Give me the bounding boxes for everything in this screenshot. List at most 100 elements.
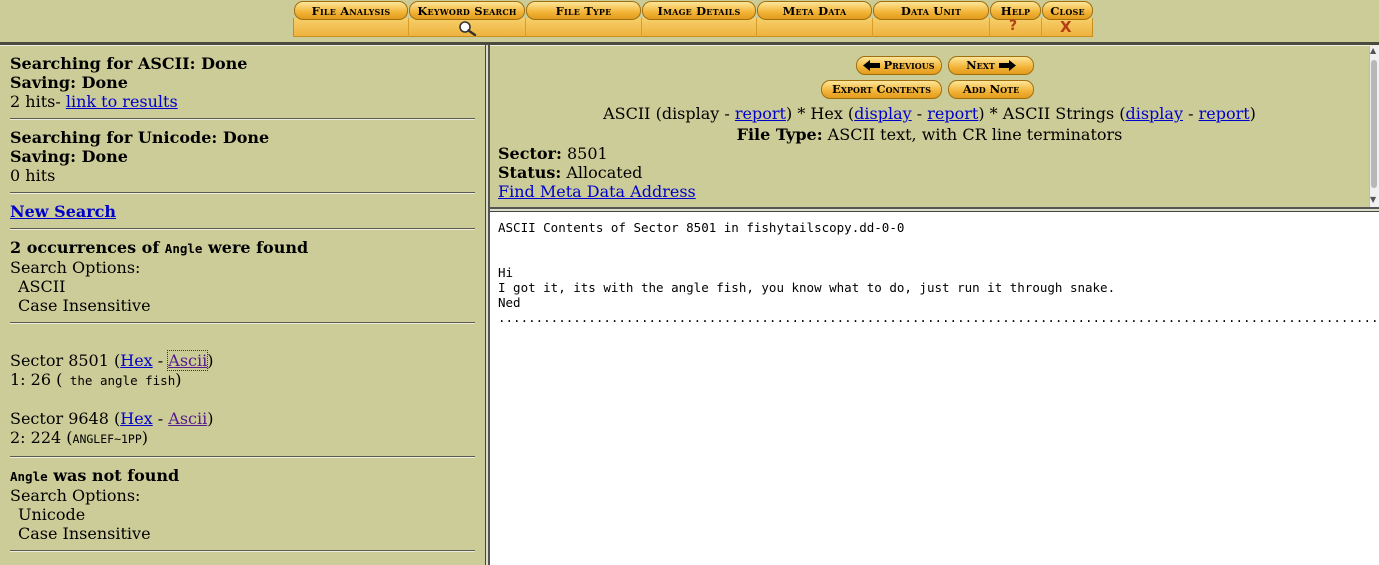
status-line: Status: Allocated [498,163,642,182]
hit-sector-line: Sector 9648 (Hex - Ascii) [10,409,475,428]
scroll-down-arrow-icon[interactable]: ▼ [1370,195,1376,204]
export-contents-button[interactable]: Export Contents [821,80,942,99]
previous-label: Previous [883,58,935,72]
file-analysis-button[interactable]: File Analysis [294,1,408,20]
unicode-hits: 0 hits [10,166,56,185]
paren: ) [207,351,214,370]
ascii-link[interactable]: Ascii [167,350,209,371]
link-separator: - [152,351,169,370]
status-value: : Done [70,73,128,92]
search-keyword: Angle [164,241,203,256]
file-type-button[interactable]: File Type [526,1,641,20]
close-x-icon[interactable]: X [1060,18,1072,36]
strings-display-link[interactable]: display [1125,104,1183,123]
top-toolbar: File Analysis Keyword Search File Type I… [0,0,1379,42]
hex-link[interactable]: Hex [120,351,152,370]
notfound-heading: Angle was not found [10,466,475,486]
hit-offset: 1: 26 ( [10,370,63,389]
toolbar-divider [872,18,873,37]
divider [10,550,475,552]
scrollbar-thumb[interactable] [1371,60,1377,188]
sector-line: Sector: 8501 [498,144,608,163]
next-label: Next [966,58,995,72]
search-option: Unicode [18,505,86,524]
hit-context: ANGLEF~1PP [72,432,142,446]
paren: ) [207,409,214,428]
ascii-search-status: Searching for ASCII: Done [10,54,475,73]
sector-contents-text: ASCII Contents of Sector 8501 in fishyta… [498,220,1379,325]
ascii-hits: 2 hits- link to results [10,92,475,111]
found-prefix: 2 occurrences of [10,238,165,257]
found-heading: 2 occurrences of Angle were found [10,238,475,258]
status-value: : Done [211,128,270,147]
hex-report-link[interactable]: report [927,104,978,123]
view-mode-links: ASCII (display - report) * Hex (display … [490,104,1369,123]
hit-offset-line: 2: 224 (ANGLEF~1PP) [10,428,475,449]
toolbar-strip [293,18,1093,37]
keyword-search-button[interactable]: Keyword Search [409,1,525,20]
sector-value: 8501 [561,144,608,163]
arrow-right-icon [998,60,1016,71]
new-search-link[interactable]: New Search [10,202,116,221]
next-button[interactable]: Next [948,56,1034,75]
magnifier-icon[interactable] [456,20,480,36]
link-to-results[interactable]: link to results [66,92,178,111]
data-unit-button[interactable]: Data Unit [873,1,989,20]
hex-link[interactable]: Hex [120,409,152,428]
strings-mode-label: ) * ASCII Strings ( [978,104,1126,123]
hits-count: 2 hits- [10,92,66,111]
add-note-button[interactable]: Add Note [948,80,1034,99]
help-question-icon[interactable]: ? [1009,18,1017,34]
paren: ) [141,428,149,447]
search-options-label: Search Options: [10,486,141,505]
hex-display-link[interactable]: display [854,104,912,123]
sector-info-pane: Previous Next Export Contents Add Note A… [490,46,1369,207]
sector-label: Sector: [498,144,562,163]
search-options-label: Search Options: [10,258,141,277]
divider [10,228,475,230]
meta-data-button[interactable]: Meta Data [757,1,872,20]
hit-offset-line: 1: 26 ( the angle fish) [10,370,475,390]
search-option: Case Insensitive [18,296,151,315]
toolbar-divider [408,18,409,37]
status-label: Searching for Unicode [10,128,212,147]
image-details-button[interactable]: Image Details [642,1,756,20]
search-keyword: Angle [10,469,48,484]
status-label: Saving [10,147,71,166]
ascii-link[interactable]: Ascii [168,409,207,428]
divider [10,118,475,120]
unicode-saving-status: Saving: Done [10,147,475,166]
hex-mode-label: ) * Hex ( [785,104,855,123]
toolbar-divider [756,18,757,37]
file-type-value: ASCII text, with CR line terminators [822,125,1123,144]
previous-button[interactable]: Previous [856,56,942,75]
find-meta-data-address-link[interactable]: Find Meta Data Address [498,182,696,201]
link-separator: - [1183,104,1199,123]
file-type-line: File Type: ASCII text, with CR line term… [490,125,1369,144]
hit-offset: 2: 224 ( [10,428,73,447]
status-value: Allocated [561,163,643,182]
ascii-mode-label: ASCII (display - [603,104,735,123]
ascii-saving-status: Saving: Done [10,73,475,92]
sector-contents-pane: ASCII Contents of Sector 8501 in fishyta… [490,212,1379,565]
divider [10,456,475,458]
status-label: Status: [498,163,562,182]
strings-report-link[interactable]: report [1199,104,1250,123]
paren: ) [175,370,182,389]
toolbar-divider [989,18,990,37]
status-label: Searching for ASCII [10,54,190,73]
divider [10,192,475,194]
toolbar-divider [525,18,526,37]
file-type-label: File Type: [736,125,823,144]
hit-sector: Sector 8501 ( [10,351,121,370]
notfound-suffix: was not found [47,466,180,485]
status-value: : Done [70,147,128,166]
hit-sector-line: Sector 8501 (Hex - Ascii) [10,350,475,371]
search-results-pane: Searching for ASCII: Done Saving: Done 2… [0,46,485,565]
search-option: ASCII [18,277,66,296]
divider [10,322,475,324]
ascii-report-link[interactable]: report [735,104,786,123]
paren: ) [1249,104,1256,123]
scroll-up-arrow-icon[interactable]: ▲ [1370,46,1376,55]
hit-context: the angle fish [62,373,176,388]
